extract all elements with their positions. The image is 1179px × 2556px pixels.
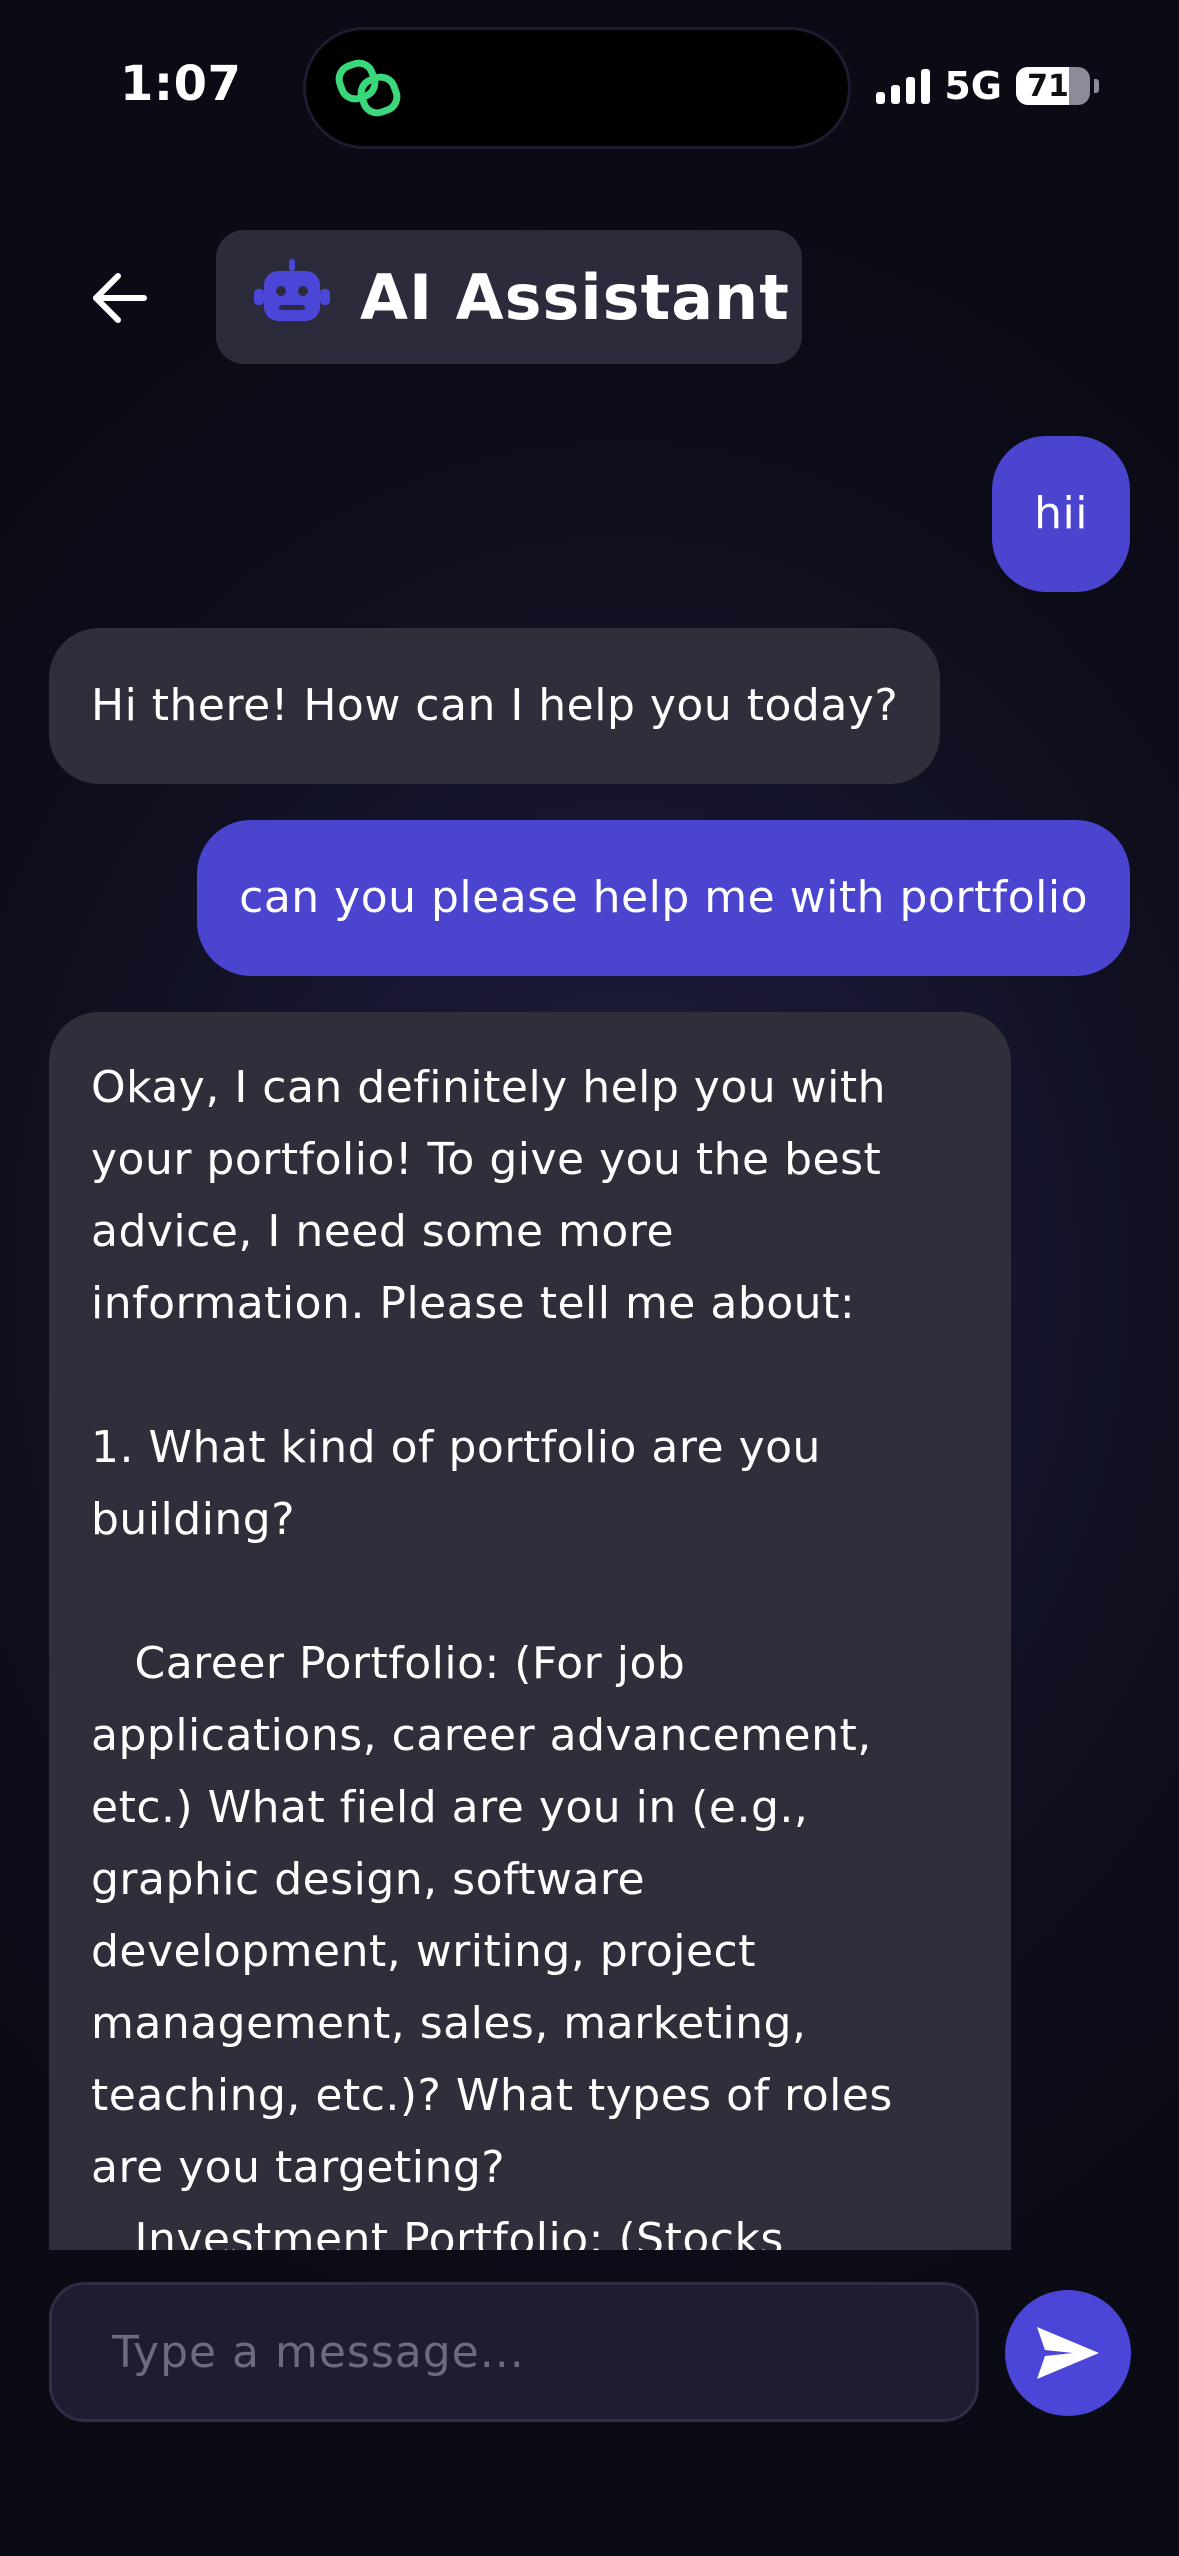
battery-icon: 71 (1016, 67, 1090, 105)
back-button[interactable] (84, 262, 156, 334)
chat-thread[interactable]: hii Hi there! How can I help you today? … (0, 420, 1179, 2250)
battery-percent: 71 (1027, 68, 1069, 104)
link-icon (335, 59, 401, 117)
signal-icon (876, 68, 931, 104)
network-label: 5G (944, 64, 1002, 108)
status-time: 1:07 (120, 56, 242, 112)
status-bar: 1:07 5G 71 (0, 0, 1179, 160)
user-message: can you please help me with portfolio (197, 820, 1130, 976)
user-message: hii (992, 436, 1130, 592)
send-button[interactable] (1005, 2290, 1131, 2416)
page-title: AI Assistant (360, 260, 790, 334)
dynamic-island (306, 30, 848, 146)
assistant-message: Hi there! How can I help you today? (49, 628, 941, 784)
assistant-message: Okay, I can definitely help you with you… (49, 1012, 1011, 2250)
message-input-container (49, 2282, 979, 2422)
header-title-pill: AI Assistant (216, 230, 802, 364)
back-arrow-icon (93, 273, 147, 323)
robot-icon (254, 259, 330, 321)
message-input[interactable] (110, 2325, 954, 2379)
send-icon (1037, 2327, 1099, 2379)
status-indicators: 5G 71 (876, 64, 1099, 108)
battery-nub (1094, 79, 1099, 93)
